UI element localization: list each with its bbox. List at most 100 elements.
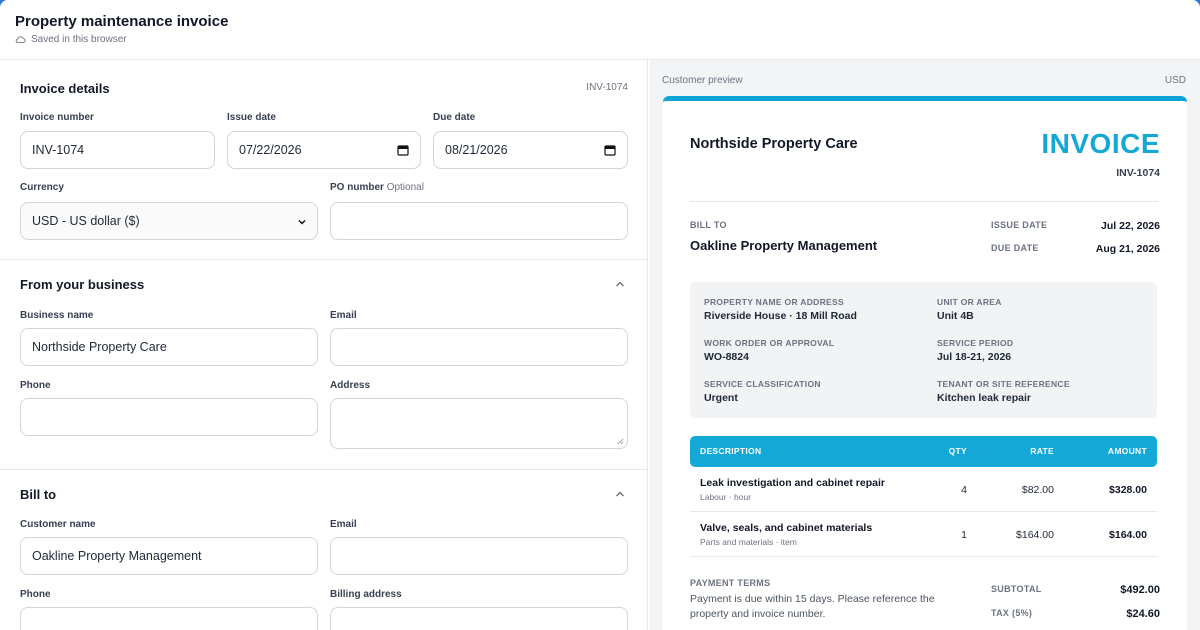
- line-item-qty: 4: [961, 484, 967, 496]
- due-date-field[interactable]: 08/21/2026: [433, 131, 628, 169]
- business-address-field[interactable]: [330, 398, 628, 449]
- due-date-caption: DUE DATE: [991, 243, 1039, 253]
- preview-bill-to-name: Oakline Property Management: [690, 238, 878, 253]
- line-item-rate: $82.00: [1021, 484, 1054, 496]
- chevron-up-icon[interactable]: [614, 488, 626, 500]
- preview-issue-date: Jul 22, 2026: [1101, 220, 1160, 232]
- business-name-field[interactable]: Northside Property Care: [20, 328, 318, 366]
- chevron-down-icon: [298, 219, 306, 225]
- issue-date-label: Issue date: [227, 112, 276, 123]
- unit-caption: UNIT OR AREA: [937, 297, 1002, 307]
- issue-date-caption: ISSUE DATE: [991, 220, 1048, 230]
- business-name-value: Northside Property Care: [32, 340, 167, 354]
- preview-invoice-number: INV-1074: [1116, 167, 1160, 179]
- bill-to-section: Bill to Customer name Oakline Property M…: [0, 470, 647, 630]
- invoice-number-value: INV-1074: [32, 143, 85, 157]
- classification-value: Urgent: [704, 392, 738, 404]
- customer-phone-label: Phone: [20, 589, 51, 600]
- business-phone-field[interactable]: [20, 398, 318, 436]
- unit-value: Unit 4B: [937, 310, 974, 322]
- calendar-icon[interactable]: [604, 144, 616, 156]
- line-item-amount: $164.00: [1109, 529, 1147, 541]
- currency-label: Currency: [20, 182, 64, 193]
- invoice-details-title: Invoice details: [20, 81, 110, 96]
- business-email-field[interactable]: [330, 328, 628, 366]
- business-address-label: Address: [330, 380, 371, 391]
- po-number-field[interactable]: [330, 202, 628, 240]
- customer-email-field[interactable]: [330, 537, 628, 575]
- col-qty: QTY: [948, 446, 967, 456]
- payment-terms-text: Payment is due within 15 days. Please re…: [690, 593, 935, 620]
- invoice-number-label: Invoice number: [20, 112, 94, 123]
- preview-currency: USD: [1164, 75, 1186, 86]
- bill-to-title: Bill to: [20, 487, 57, 502]
- customer-email-label: Email: [330, 519, 357, 530]
- saved-status: Saved in this browser: [15, 34, 127, 45]
- billing-address-label: Billing address: [330, 589, 402, 600]
- classification-caption: SERVICE CLASSIFICATION: [704, 379, 821, 389]
- work-order-value: WO-8824: [704, 351, 749, 363]
- calendar-icon[interactable]: [397, 144, 409, 156]
- from-business-title: From your business: [20, 277, 145, 292]
- top-bar: Property maintenance invoice Saved in th…: [0, 0, 1200, 60]
- line-items-header: DESCRIPTION QTY RATE AMOUNT: [690, 436, 1157, 467]
- app-window: Property maintenance invoice Saved in th…: [0, 0, 1200, 630]
- line-item-row: Valve, seals, and cabinet materials Part…: [690, 512, 1157, 557]
- service-details-box: PROPERTY NAME OR ADDRESS Riverside House…: [690, 282, 1157, 418]
- customer-name-value: Oakline Property Management: [32, 549, 202, 563]
- currency-value: USD - US dollar ($): [32, 214, 140, 228]
- app-title: Property maintenance invoice: [15, 13, 229, 30]
- line-item-amount: $328.00: [1109, 484, 1147, 496]
- tax-value: $24.60: [1126, 608, 1160, 620]
- col-amount: AMOUNT: [1107, 446, 1147, 456]
- preview-company-name: Northside Property Care: [690, 136, 858, 152]
- customer-name-field[interactable]: Oakline Property Management: [20, 537, 318, 575]
- line-item-qty: 1: [961, 529, 967, 541]
- issue-date-value: 07/22/2026: [239, 143, 302, 157]
- bill-to-caption: BILL TO: [690, 220, 727, 230]
- invoice-heading: INVOICE: [1041, 128, 1160, 159]
- invoice-number-field[interactable]: INV-1074: [20, 131, 215, 169]
- business-email-label: Email: [330, 310, 357, 321]
- divider: [690, 201, 1158, 202]
- business-name-label: Business name: [20, 310, 94, 321]
- invoice-document: Northside Property Care INVOICE INV-1074…: [663, 96, 1187, 630]
- col-rate: RATE: [1030, 446, 1054, 456]
- issue-date-field[interactable]: 07/22/2026: [227, 131, 421, 169]
- po-number-label: PO number Optional: [330, 182, 424, 193]
- po-optional-hint: Optional: [386, 182, 424, 193]
- customer-name-label: Customer name: [20, 519, 96, 530]
- cloud-icon: [15, 36, 26, 44]
- customer-phone-field[interactable]: [20, 607, 318, 630]
- customer-preview-label: Customer preview: [662, 75, 743, 86]
- due-date-label: Due date: [433, 112, 476, 123]
- chevron-up-icon[interactable]: [614, 278, 626, 290]
- resize-handle-icon[interactable]: [617, 438, 624, 445]
- payment-terms-caption: PAYMENT TERMS: [690, 578, 771, 588]
- subtotal-caption: SUBTOTAL: [991, 584, 1042, 594]
- po-number-label-text: PO number: [330, 182, 384, 193]
- line-item-row: Leak investigation and cabinet repair La…: [690, 467, 1157, 512]
- tax-caption: TAX (5%): [991, 608, 1033, 618]
- line-item-subtext: Labour · hour: [700, 492, 752, 502]
- invoice-number-badge: INV-1074: [586, 82, 628, 93]
- work-order-caption: WORK ORDER OR APPROVAL: [704, 338, 835, 348]
- billing-address-field[interactable]: [330, 607, 628, 630]
- invoice-form: Invoice details INV-1074 Invoice number …: [0, 60, 648, 630]
- due-date-value: 08/21/2026: [445, 143, 508, 157]
- tenant-value: Kitchen leak repair: [937, 392, 1031, 404]
- business-phone-label: Phone: [20, 380, 51, 391]
- property-value: Riverside House · 18 Mill Road: [704, 310, 857, 322]
- saved-status-text: Saved in this browser: [31, 34, 127, 45]
- line-item-description: Leak investigation and cabinet repair: [700, 477, 885, 489]
- property-caption: PROPERTY NAME OR ADDRESS: [704, 297, 844, 307]
- line-item-rate: $164.00: [1016, 529, 1054, 541]
- tenant-caption: TENANT OR SITE REFERENCE: [937, 379, 1070, 389]
- customer-preview-panel: Customer preview USD Northside Property …: [649, 60, 1200, 630]
- service-period-value: Jul 18-21, 2026: [937, 351, 1012, 363]
- line-item-subtext: Parts and materials · item: [700, 537, 797, 547]
- currency-select[interactable]: USD - US dollar ($): [20, 202, 318, 240]
- subtotal-value: $492.00: [1120, 584, 1160, 596]
- col-description: DESCRIPTION: [700, 446, 762, 456]
- line-item-description: Valve, seals, and cabinet materials: [700, 522, 873, 534]
